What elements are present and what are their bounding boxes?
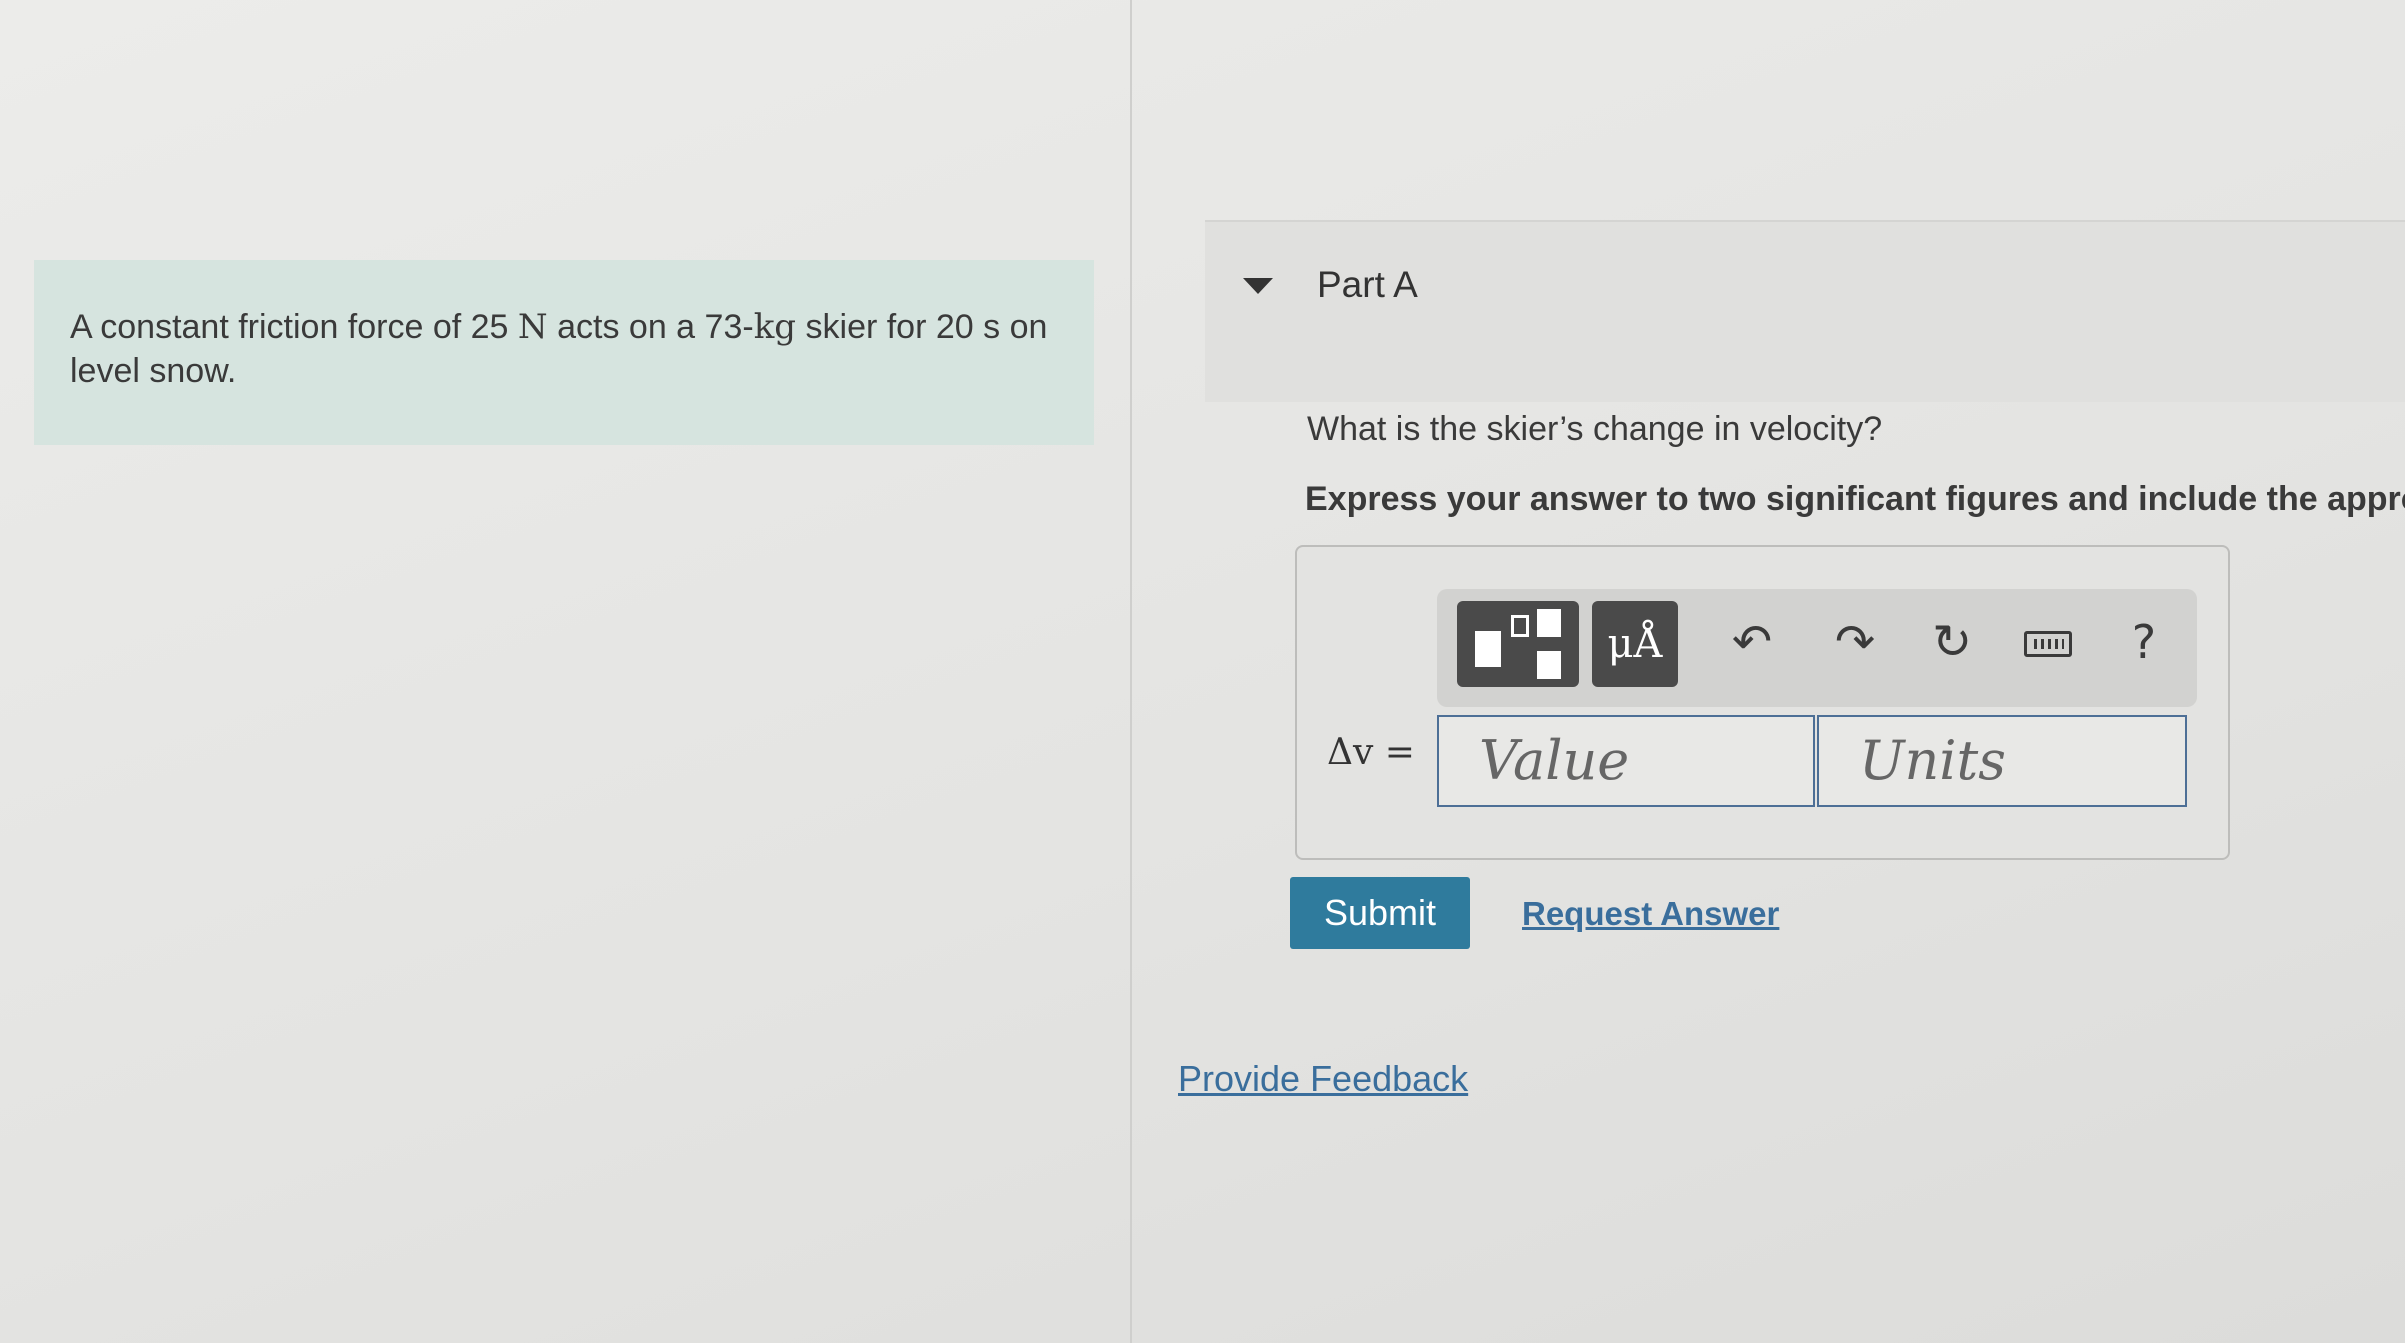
problem-text-part: acts on a 73- <box>547 308 754 346</box>
problem-text-part: A constant friction force of 25 <box>70 308 518 346</box>
submit-button[interactable]: Submit <box>1290 877 1470 949</box>
value-input[interactable]: Value <box>1437 715 1815 807</box>
template-block-icon <box>1475 631 1501 667</box>
template-box-icon <box>1511 615 1529 637</box>
undo-icon[interactable]: ↶ <box>1717 607 1787 677</box>
column-divider <box>1130 0 1132 1343</box>
force-unit: N <box>517 307 548 347</box>
part-title: Part A <box>1317 264 1418 305</box>
part-header[interactable]: Part A <box>1205 220 2405 402</box>
question-text: What is the skier’s change in velocity? <box>1307 410 1883 448</box>
reset-icon[interactable]: ↻ <box>1917 607 1987 677</box>
template-block-icon <box>1537 651 1561 679</box>
page: A constant friction force of 25 N acts o… <box>0 0 2405 1343</box>
problem-statement: A constant friction force of 25 N acts o… <box>34 260 1094 445</box>
units-button[interactable]: μÅ <box>1592 601 1678 687</box>
math-toolbar: μÅ ↶ ↷ ↻ ? <box>1437 589 2197 707</box>
templates-button[interactable] <box>1457 601 1579 687</box>
units-input[interactable]: Units <box>1817 715 2187 807</box>
answer-panel: μÅ ↶ ↷ ↻ ? Δv = Value Units <box>1295 545 2230 860</box>
redo-icon[interactable]: ↷ <box>1820 607 1890 677</box>
mass-unit: kg <box>753 307 797 347</box>
provide-feedback-link[interactable]: Provide Feedback <box>1178 1058 1468 1100</box>
keyboard-icon[interactable] <box>2012 607 2082 677</box>
variable-label: Δv = <box>1327 732 1415 773</box>
keyboard-shape <box>2024 631 2072 657</box>
collapse-triangle-icon[interactable] <box>1243 278 1273 294</box>
help-icon[interactable]: ? <box>2109 607 2179 677</box>
instruction-text: Express your answer to two significant f… <box>1305 480 2405 518</box>
template-block-icon <box>1537 609 1561 637</box>
problem-text: A constant friction force of 25 N acts o… <box>70 305 1058 393</box>
request-answer-link[interactable]: Request Answer <box>1522 895 1779 933</box>
